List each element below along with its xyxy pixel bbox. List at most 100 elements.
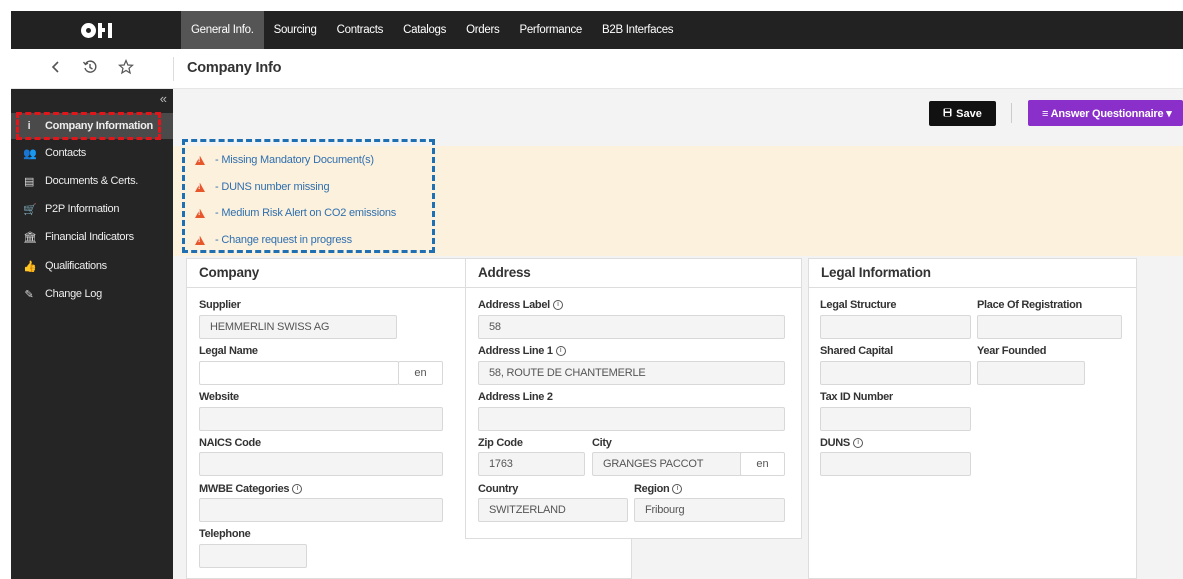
cart-icon: 🛒 — [23, 203, 37, 216]
address-card: Address Address Label i 58 Address Line … — [465, 258, 802, 539]
supplier-field[interactable]: HEMMERLIN SWISS AG — [199, 315, 397, 339]
address-card-title: Address — [478, 265, 531, 280]
city-language-select[interactable]: en — [740, 452, 785, 476]
telephone-label: Telephone — [199, 528, 251, 540]
main-tabs: General Info. Sourcing Contracts Catalog… — [181, 11, 683, 49]
address-line-2-field[interactable] — [478, 407, 785, 431]
sidebar-item-label: Contacts — [45, 147, 87, 159]
address-label-label: Address Label i — [478, 299, 563, 311]
edit-icon: ✎ — [24, 288, 34, 301]
history-icon[interactable] — [82, 59, 98, 80]
duns-label-text: DUNS — [820, 437, 850, 449]
legal-information-card: Legal Information Legal Structure Place … — [808, 258, 1137, 579]
tab-catalogs[interactable]: Catalogs — [393, 11, 456, 49]
alert-text: - Medium Risk Alert on CO2 emissions — [215, 207, 397, 219]
main-content: Save ≡ Answer Questionnaire ▾ - Missing … — [173, 89, 1183, 579]
region-field[interactable]: Fribourg — [634, 498, 785, 522]
info-icon[interactable]: i — [552, 300, 563, 310]
logo-mark-icon — [80, 22, 112, 38]
tax-id-number-field[interactable] — [820, 407, 971, 431]
alert-item[interactable]: - Medium Risk Alert on CO2 emissions — [195, 204, 396, 222]
info-icon[interactable]: i — [555, 346, 566, 356]
website-label: Website — [199, 391, 239, 403]
toolbar-divider — [1011, 103, 1012, 123]
sidebar-item-label: Documents & Certs. — [45, 175, 139, 187]
answer-questionnaire-button[interactable]: ≡ Answer Questionnaire ▾ — [1028, 100, 1183, 126]
save-button-label: Save — [956, 107, 982, 120]
address-line-2-label: Address Line 2 — [478, 391, 553, 403]
alert-item[interactable]: - Change request in progress — [195, 231, 352, 249]
zip-code-field[interactable]: 1763 — [478, 452, 585, 476]
alert-item[interactable]: - Missing Mandatory Document(s) — [195, 151, 374, 169]
header-icons — [11, 49, 173, 89]
tax-id-number-label: Tax ID Number — [820, 391, 893, 403]
legal-name-language-select[interactable]: en — [398, 361, 443, 385]
address-label-text: Address Label — [478, 299, 550, 311]
warning-icon — [195, 235, 205, 245]
website-field[interactable] — [199, 407, 443, 431]
tab-orders[interactable]: Orders — [456, 11, 509, 49]
bank-icon: 🏛 — [23, 231, 37, 244]
header-divider — [173, 57, 174, 81]
alert-item[interactable]: - DUNS number missing — [195, 178, 330, 196]
alerts-panel: - Missing Mandatory Document(s) - DUNS n… — [173, 146, 1183, 256]
year-founded-field[interactable] — [977, 361, 1085, 385]
sidebar-item-label: Financial Indicators — [45, 231, 134, 243]
place-of-registration-field[interactable] — [977, 315, 1122, 339]
legal-structure-label: Legal Structure — [820, 299, 897, 311]
tab-general-info[interactable]: General Info. — [181, 11, 264, 49]
sidebar-item-label: Change Log — [45, 288, 102, 300]
alert-text: - Change request in progress — [215, 234, 352, 246]
telephone-field[interactable] — [199, 544, 307, 568]
city-field[interactable]: GRANGES PACCOT — [592, 452, 742, 476]
tab-sourcing[interactable]: Sourcing — [264, 11, 327, 49]
shared-capital-field[interactable] — [820, 361, 971, 385]
address-line-1-field[interactable]: 58, ROUTE DE CHANTEMERLE — [478, 361, 785, 385]
tab-contracts[interactable]: Contracts — [327, 11, 394, 49]
duns-label: DUNS i — [820, 437, 863, 449]
legal-name-field[interactable] — [199, 361, 399, 385]
top-navigation-bar: General Info. Sourcing Contracts Catalog… — [11, 11, 1183, 49]
warning-icon — [195, 155, 205, 165]
sidebar-item-qualifications[interactable]: 👍 Qualifications — [11, 253, 173, 279]
sidebar-item-company-information[interactable]: i Company Information — [11, 113, 173, 139]
save-button[interactable]: Save — [929, 101, 996, 126]
company-card-title: Company — [199, 265, 260, 280]
supplier-label: Supplier — [199, 299, 241, 311]
sidebar-item-p2p-information[interactable]: 🛒 P2P Information — [11, 196, 173, 222]
sidebar-item-documents-certs[interactable]: ▤ Documents & Certs. — [11, 168, 173, 194]
page-title: Company Info — [187, 60, 282, 76]
sidebar-item-financial-indicators[interactable]: 🏛 Financial Indicators — [11, 224, 173, 250]
app-logo[interactable] — [11, 11, 181, 49]
region-label: Region i — [634, 483, 683, 495]
address-label-field[interactable]: 58 — [478, 315, 785, 339]
info-icon[interactable]: i — [292, 484, 303, 494]
tab-b2b-interfaces[interactable]: B2B Interfaces — [592, 11, 683, 49]
address-line-1-label: Address Line 1 i — [478, 345, 566, 357]
chevron-left-icon[interactable] — [50, 60, 62, 79]
legal-information-card-title: Legal Information — [821, 265, 931, 280]
tab-performance[interactable]: Performance — [509, 11, 592, 49]
collapse-sidebar-icon[interactable]: « — [160, 91, 167, 106]
mwbe-categories-field[interactable] — [199, 498, 443, 522]
shared-capital-label: Shared Capital — [820, 345, 893, 357]
naics-code-field[interactable] — [199, 452, 443, 476]
legal-structure-field[interactable] — [820, 315, 971, 339]
naics-code-label: NAICS Code — [199, 437, 261, 449]
alert-text: - Missing Mandatory Document(s) — [215, 154, 374, 166]
info-icon[interactable]: i — [672, 484, 683, 494]
info-icon[interactable]: i — [852, 438, 863, 448]
legal-name-label: Legal Name — [199, 345, 258, 357]
duns-field[interactable] — [820, 452, 971, 476]
warning-icon — [195, 208, 205, 218]
sidebar-item-contacts[interactable]: 👥 Contacts — [11, 140, 173, 166]
city-label: City — [592, 437, 612, 449]
year-founded-label: Year Founded — [977, 345, 1047, 357]
sidebar-item-change-log[interactable]: ✎ Change Log — [11, 281, 173, 307]
alert-text: - DUNS number missing — [215, 181, 330, 193]
sidebar-item-label: Qualifications — [45, 260, 107, 272]
users-icon: 👥 — [23, 147, 37, 160]
star-icon[interactable] — [117, 58, 135, 80]
country-field[interactable]: SWITZERLAND — [478, 498, 628, 522]
card-divider — [809, 287, 1136, 288]
